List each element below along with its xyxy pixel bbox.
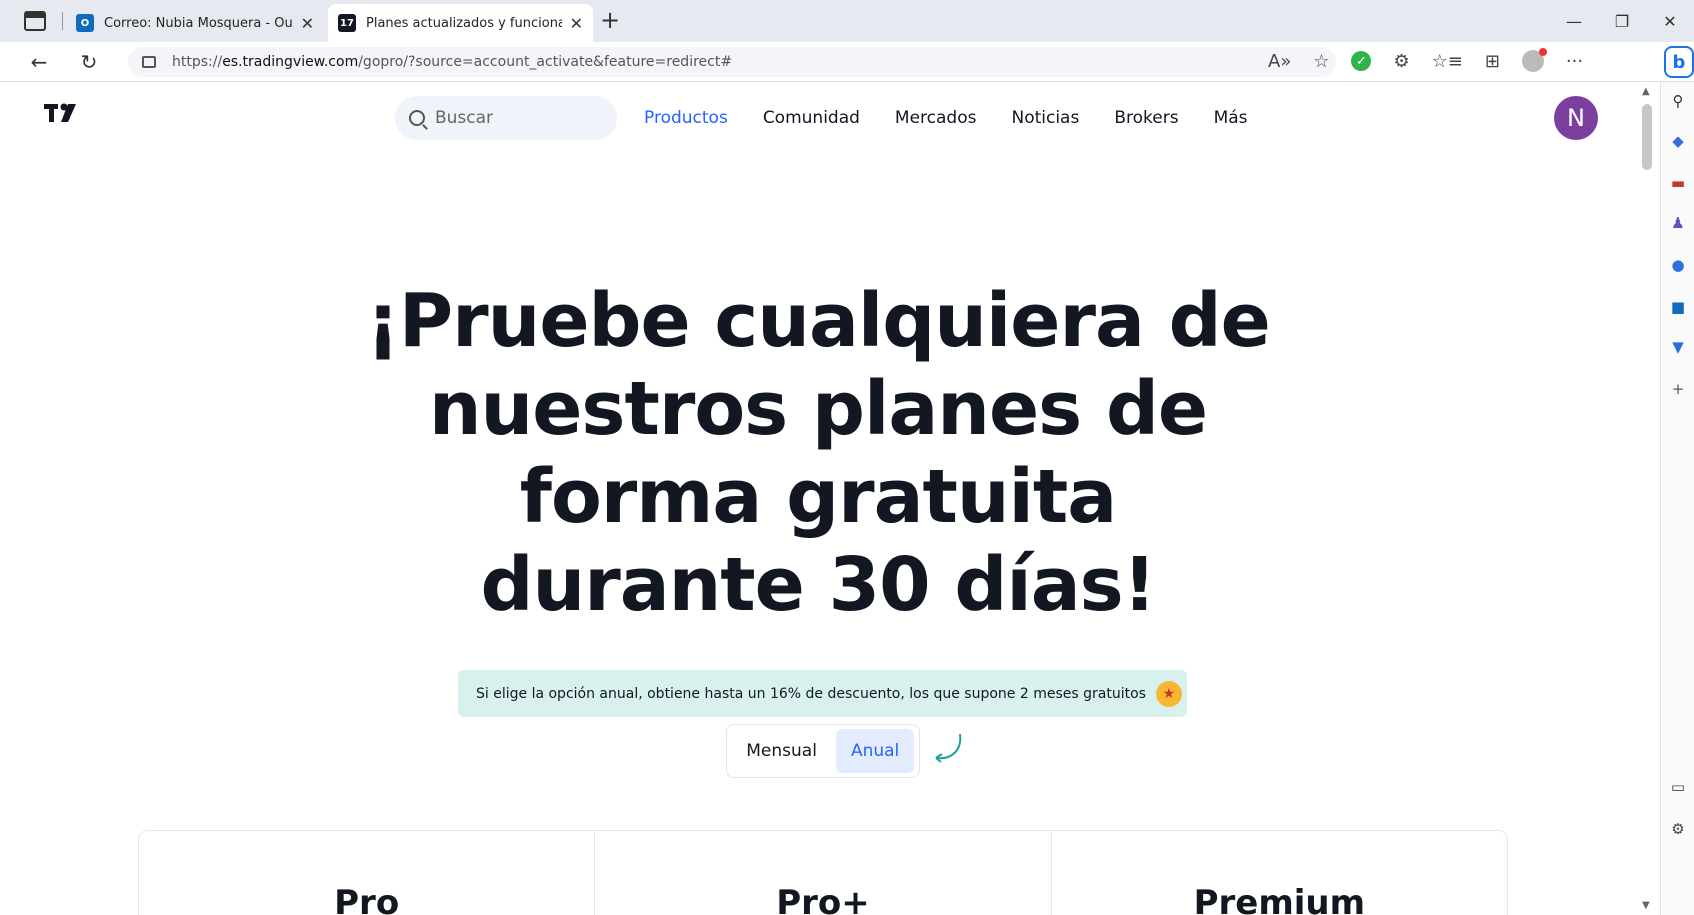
search-input[interactable]: Buscar	[395, 96, 617, 140]
url-path: /gopro/?source=account_activate&feature=…	[358, 54, 733, 70]
scroll-thumb[interactable]	[1642, 104, 1652, 170]
screen: O Correo: Nubia Mosquera - Outlo ✕ 17 Pl…	[0, 0, 1694, 915]
tools-briefcase-icon[interactable]: ▬	[1667, 172, 1689, 194]
new-tab-button[interactable]: +	[600, 6, 620, 34]
url-field[interactable]: https://es.tradingview.com/gopro/?source…	[128, 47, 1336, 77]
web-page: Buscar Productos Comunidad Mercados Noti…	[0, 82, 1636, 915]
hero-line: forma gratuita	[519, 454, 1117, 540]
search-icon[interactable]: ⚲	[1667, 90, 1689, 112]
back-button[interactable]: ←	[24, 48, 54, 76]
extension-check-icon[interactable]: ✓	[1351, 51, 1372, 71]
restore-button[interactable]: ❐	[1598, 0, 1646, 42]
hero-line: ¡Pruebe cualquiera de	[366, 278, 1271, 364]
plan-pro-plus: Pro+	[595, 831, 1052, 915]
profile-icon[interactable]	[1521, 48, 1547, 72]
tradingview-logo[interactable]	[44, 102, 84, 133]
games-icon[interactable]: ♟	[1667, 212, 1689, 234]
bing-chat-icon[interactable]: b	[1664, 46, 1694, 78]
shopping-tag-icon[interactable]: ◆	[1667, 130, 1689, 152]
star-struck-emoji-icon: ★	[1155, 680, 1182, 707]
close-tab-icon[interactable]: ✕	[570, 14, 583, 33]
scroll-down-icon[interactable]: ▼	[1642, 900, 1650, 911]
read-aloud-icon[interactable]: A»	[1268, 51, 1291, 72]
nav-item-productos[interactable]: Productos	[644, 108, 728, 128]
nav-item-brokers[interactable]: Brokers	[1114, 108, 1178, 128]
extensions-icon[interactable]: ⚙	[1393, 51, 1409, 72]
minimize-button[interactable]: —	[1550, 0, 1598, 42]
annual-discount-banner: Si elige la opción anual, obtiene hasta …	[458, 670, 1187, 717]
microsoft-365-icon[interactable]: ●	[1667, 254, 1689, 276]
tab-tradingview[interactable]: 17 Planes actualizados y funcionalid ✕	[328, 4, 593, 42]
nav-item-comunidad[interactable]: Comunidad	[763, 108, 860, 128]
edge-sidebar: ⚲ ◆ ▬ ♟ ● ■ ▼ + ▭ ⚙	[1660, 82, 1694, 915]
logo-mark	[44, 103, 76, 122]
add-icon[interactable]: +	[1667, 378, 1689, 400]
settings-gear-icon[interactable]: ⚙	[1667, 818, 1689, 840]
hero-line: durante 30 días!	[480, 542, 1157, 628]
window-controls: — ❐ ✕	[1550, 0, 1694, 42]
browser-titlebar: O Correo: Nubia Mosquera - Outlo ✕ 17 Pl…	[0, 0, 1694, 42]
plan-premium: Premium	[1193, 883, 1366, 915]
reload-button[interactable]: ↻	[74, 48, 104, 76]
promo-text: Si elige la opción anual, obtiene hasta …	[476, 685, 1146, 702]
url-prefix: https://	[172, 54, 223, 70]
hero-title: ¡Pruebe cualquiera de nuestros planes de…	[0, 277, 1636, 629]
drop-icon[interactable]: ▼	[1667, 336, 1689, 358]
url-host: es.tradingview.com	[222, 54, 359, 70]
billing-period-toggle: Mensual Anual	[726, 724, 920, 778]
tradingview-icon: 17	[338, 14, 356, 32]
annual-option[interactable]: Anual	[836, 729, 914, 773]
scroll-up-icon[interactable]: ▲	[1642, 86, 1650, 97]
close-window-button[interactable]: ✕	[1646, 0, 1694, 42]
collections-icon[interactable]: ⊞	[1485, 51, 1500, 72]
favorites-icon[interactable]: ☆≡	[1432, 51, 1463, 72]
address-bar: ← ↻ https://es.tradingview.com/gopro/?so…	[0, 42, 1694, 82]
main-nav: Productos Comunidad Mercados Noticias Br…	[644, 102, 1248, 134]
page-scrollbar[interactable]: ▲ ▼	[1636, 82, 1660, 915]
outlook-icon[interactable]: ■	[1667, 296, 1689, 318]
monthly-option[interactable]: Mensual	[732, 729, 831, 773]
tab-actions-icon[interactable]	[24, 11, 46, 31]
tab-outlook[interactable]: O Correo: Nubia Mosquera - Outlo ✕	[66, 4, 324, 42]
toolbar-icons: A» ☆ ✓ ⚙ ☆≡ ⊞ ···	[1268, 48, 1583, 72]
outlook-icon: O	[76, 14, 94, 32]
tab-title: Correo: Nubia Mosquera - Outlo	[104, 15, 293, 31]
search-placeholder: Buscar	[435, 108, 494, 128]
add-favorite-icon[interactable]: ☆	[1313, 51, 1329, 72]
curved-arrow-icon	[935, 733, 962, 763]
hero-line: nuestros planes de	[428, 366, 1208, 452]
nav-item-mercados[interactable]: Mercados	[895, 108, 977, 128]
more-menu-icon[interactable]: ···	[1566, 51, 1583, 72]
user-avatar[interactable]: N	[1554, 96, 1598, 140]
nav-item-mas[interactable]: Más	[1214, 108, 1248, 128]
plan-pro: Pro	[139, 831, 596, 915]
nav-item-noticias[interactable]: Noticias	[1011, 108, 1079, 128]
sidebar-toggle-icon[interactable]: ▭	[1667, 776, 1689, 798]
close-tab-icon[interactable]: ✕	[301, 14, 314, 33]
lock-icon	[142, 56, 156, 68]
tab-title: Planes actualizados y funcionalid	[366, 15, 562, 31]
plans-grid: Pro Pro+ Premium	[138, 830, 1508, 915]
search-icon	[409, 110, 425, 126]
tab-separator	[62, 12, 63, 30]
